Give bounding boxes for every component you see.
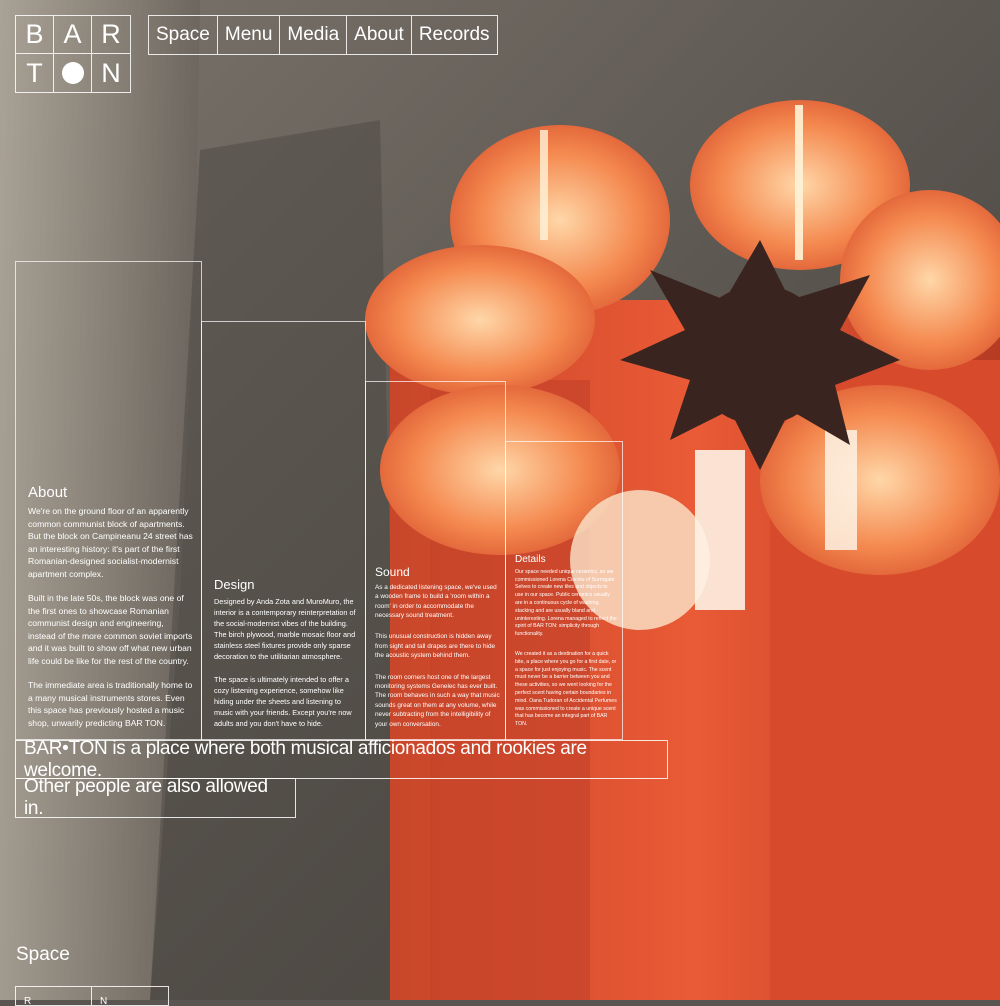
nav-menu[interactable]: Menu (218, 16, 281, 54)
about-column: About We're on the ground floor of an ap… (15, 261, 202, 740)
logo-letter-n: N (101, 57, 121, 88)
welcome-banner: BAR•TON is a place where both musical af… (15, 738, 668, 781)
sound-paragraph: This unusual construction is hidden away… (375, 633, 496, 660)
nav-space[interactable]: Space (149, 16, 218, 54)
sound-column: Sound As a dedicated listening space, we… (365, 381, 506, 740)
welcome-banner-sub: Other people are also allowed in. (15, 776, 296, 819)
design-paragraph: Designed by Anda Zota and MuroMuro, the … (214, 597, 356, 661)
design-title: Design (214, 577, 255, 592)
logo-letter-r: R (92, 16, 130, 54)
design-paragraph: The space is ultimately intended to offe… (214, 675, 352, 728)
nav-records[interactable]: Records (412, 16, 497, 54)
about-title: About (28, 484, 68, 501)
sound-title: Sound (375, 564, 410, 579)
logo-letter-t: T (16, 54, 54, 92)
details-paragraph: We created it as a destination for a qui… (515, 651, 617, 728)
logo-letter-b: B (16, 16, 54, 54)
space-boxes: R N (15, 986, 169, 1006)
logo-letter-a: A (54, 16, 92, 54)
space-box[interactable]: N (92, 986, 169, 1006)
design-column: Design Designed by Anda Zota and MuroMur… (201, 321, 366, 740)
main-nav: Space Menu Media About Records (148, 15, 498, 55)
about-paragraph: The immediate area is traditionally home… (28, 680, 193, 728)
site-logo[interactable]: B A R T N (15, 15, 131, 93)
nav-about[interactable]: About (347, 16, 412, 54)
about-paragraph: Built in the late 50s, the block was one… (28, 593, 193, 666)
space-box[interactable]: R (15, 986, 92, 1006)
nav-media[interactable]: Media (280, 16, 348, 54)
about-paragraph: We're on the ground floor of an apparent… (28, 506, 193, 579)
details-title: Details (515, 553, 546, 565)
details-column: Details Our space needed unique ceramics… (505, 441, 623, 740)
sound-paragraph: As a dedicated listening space, we've us… (375, 583, 497, 619)
sound-paragraph: The room corners host one of the largest… (375, 673, 500, 728)
details-paragraph: Our space needed unique ceramics, so we … (515, 568, 617, 638)
space-section-title: Space (16, 944, 70, 965)
logo-dot-icon (54, 54, 92, 92)
